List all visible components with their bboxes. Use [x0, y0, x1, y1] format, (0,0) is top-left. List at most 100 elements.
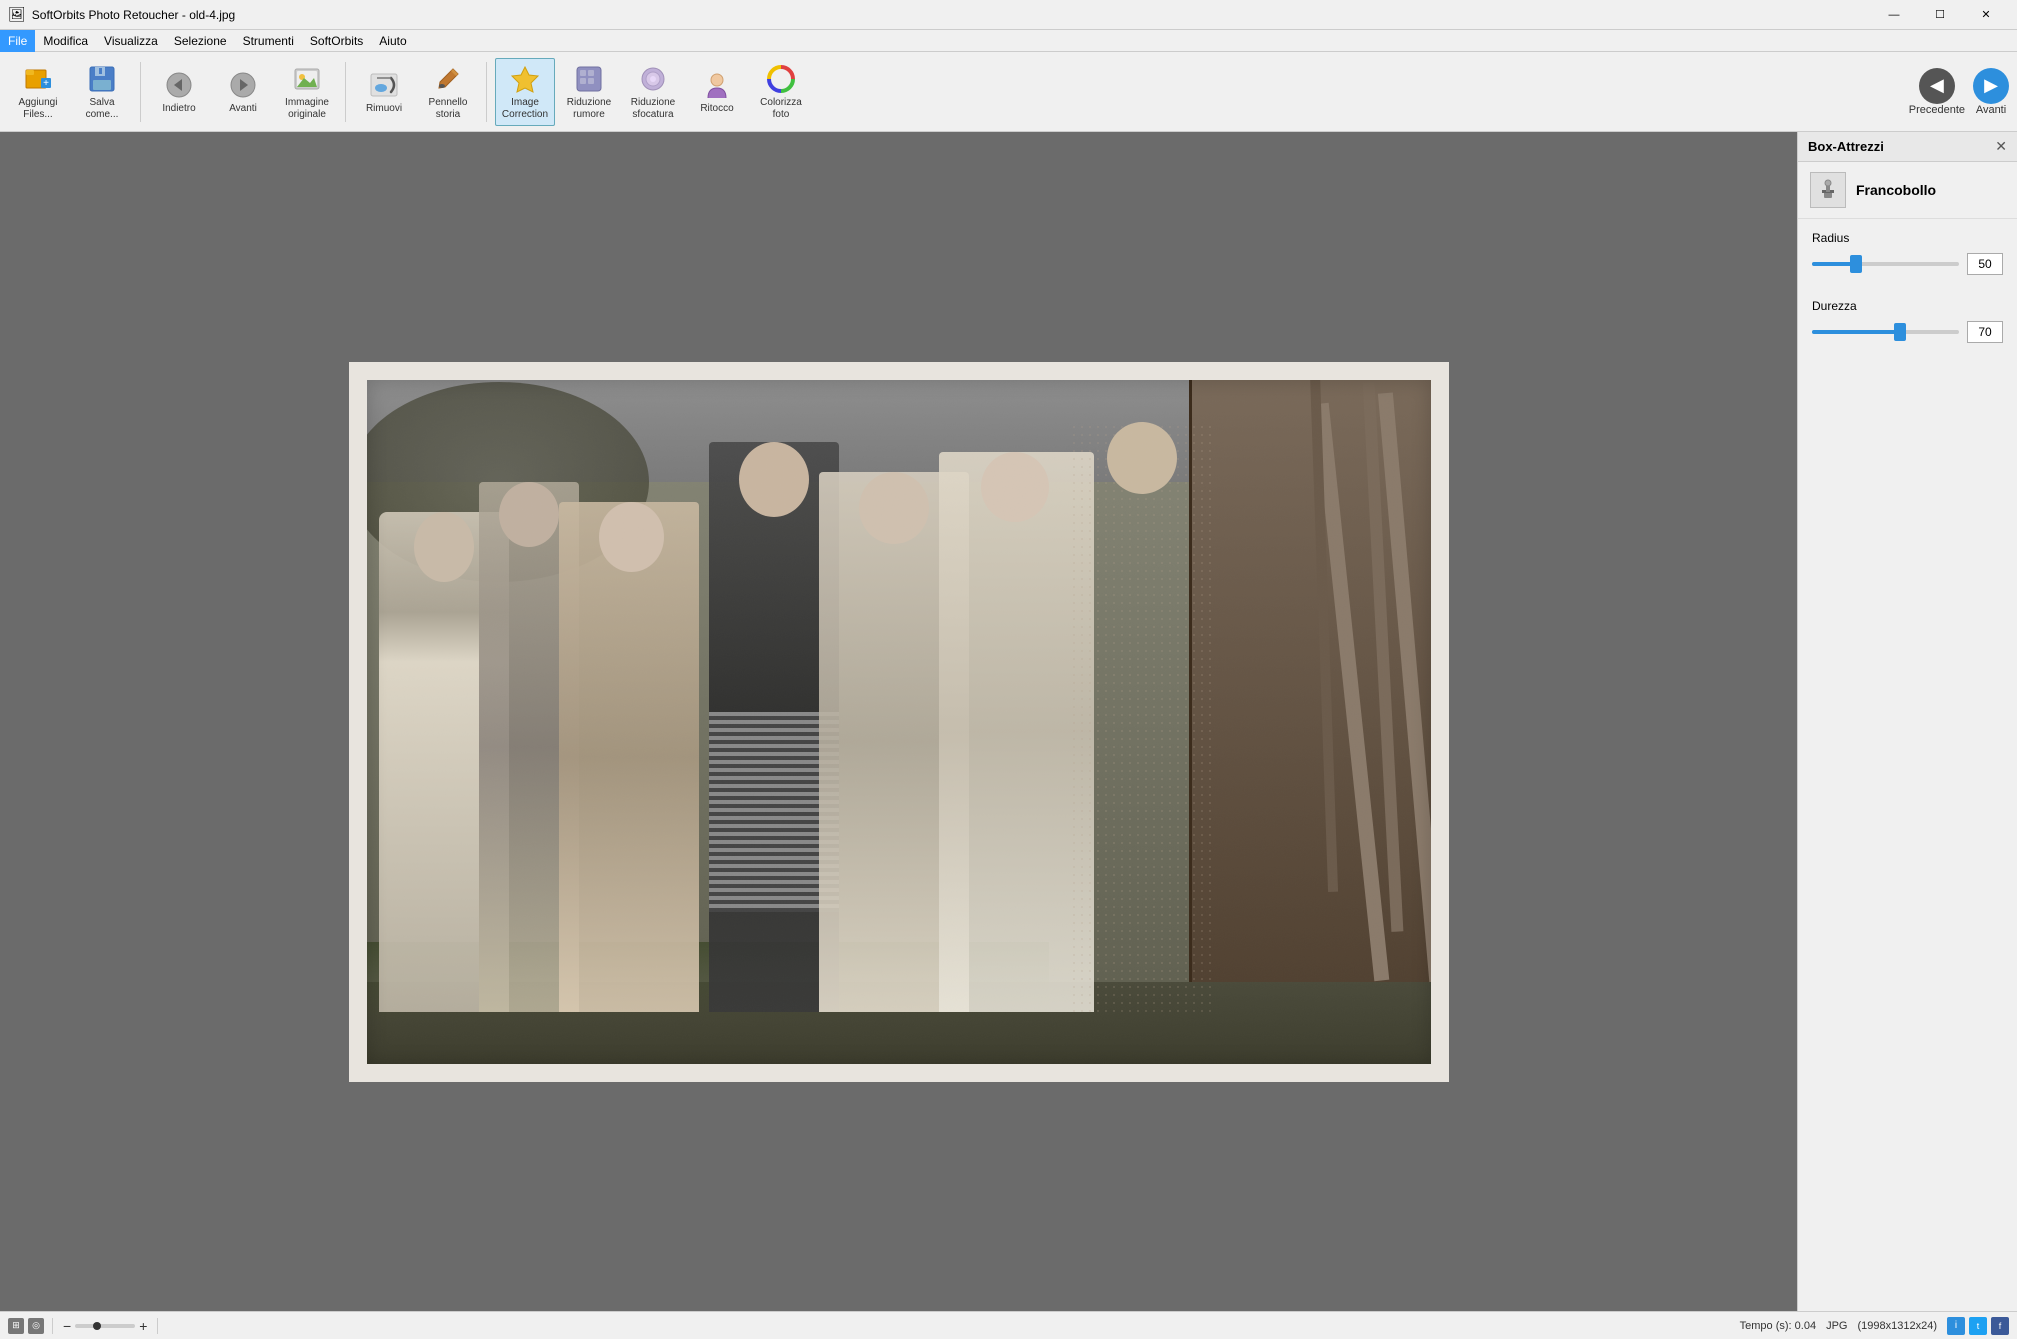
stamp-title: Francobollo	[1856, 182, 1936, 198]
history-brush-icon	[432, 63, 464, 95]
toolbar-pennello-button[interactable]: Pennellostoria	[418, 58, 478, 126]
maximize-button[interactable]: ☐	[1917, 0, 1963, 30]
toolbar-image-correction-button[interactable]: ImageCorrection	[495, 58, 555, 126]
radius-section: Radius 50	[1798, 219, 2017, 287]
radius-track[interactable]	[1812, 262, 1959, 266]
toolbar-colorizza-button[interactable]: Colorizzafoto	[751, 58, 811, 126]
toolbar-separator-1	[140, 62, 141, 122]
menu-selezione[interactable]: Selezione	[166, 30, 235, 52]
original-image-icon	[291, 63, 323, 95]
status-icon-grid: ⊞	[8, 1318, 24, 1334]
canvas-area[interactable]	[0, 132, 1797, 1311]
svg-text:+: +	[43, 78, 49, 89]
twitter-icon[interactable]: t	[1969, 1317, 1987, 1335]
minimize-button[interactable]: —	[1871, 0, 1917, 30]
status-sep-1	[52, 1318, 53, 1334]
facebook-icon[interactable]: f	[1991, 1317, 2009, 1335]
menu-strumenti[interactable]: Strumenti	[235, 30, 302, 52]
zoom-plus[interactable]: +	[137, 1318, 149, 1334]
tools-header-label: Box-Attrezzi	[1808, 139, 1884, 154]
menu-file[interactable]: File	[0, 30, 35, 52]
salva-label: Salvacome...	[86, 97, 119, 121]
zoom-control: − +	[61, 1318, 149, 1334]
zoom-minus[interactable]: −	[61, 1318, 73, 1334]
durezza-slider-row: 70	[1812, 321, 2003, 343]
durezza-track[interactable]	[1812, 330, 1959, 334]
stamp-icon	[1810, 172, 1846, 208]
tools-close-button[interactable]: ✕	[1995, 138, 2007, 155]
main-area: Box-Attrezzi ✕ Francobollo Radius	[0, 132, 2017, 1311]
add-files-icon: +	[22, 63, 54, 95]
photo-container	[0, 132, 1797, 1311]
window-controls: — ☐ ✕	[1871, 0, 2009, 30]
app-icon: 🖼	[8, 6, 26, 23]
image-correction-icon	[509, 63, 541, 95]
zoom-thumb[interactable]	[93, 1322, 101, 1330]
toolbar-immagine-button[interactable]: Immagineoriginale	[277, 58, 337, 126]
toolbar: + AggiungiFiles... Salvacome... Indietro	[0, 52, 2017, 132]
menubar: File Modifica Visualizza Selezione Strum…	[0, 30, 2017, 52]
close-button[interactable]: ✕	[1963, 0, 2009, 30]
radius-label: Radius	[1812, 231, 2003, 245]
window-title: SoftOrbits Photo Retoucher - old-4.jpg	[32, 8, 1871, 22]
menu-softorbits[interactable]: SoftOrbits	[302, 30, 371, 52]
radius-thumb[interactable]	[1850, 255, 1862, 273]
pennello-label: Pennellostoria	[429, 97, 468, 121]
prev-button[interactable]: ◀	[1919, 68, 1955, 104]
avanti-tb-label: Avanti	[229, 103, 257, 115]
durezza-value[interactable]: 70	[1967, 321, 2003, 343]
toolbar-separator-2	[345, 62, 346, 122]
status-icons: ⊞ ◎	[8, 1318, 44, 1334]
indietro-label: Indietro	[162, 103, 195, 115]
toolbar-riduzione-sfocatura-button[interactable]: Riduzionesfocatura	[623, 58, 683, 126]
radius-slider-row: 50	[1812, 253, 2003, 275]
status-right: Tempo (s): 0.04 JPG (1998x1312x24) i t f	[1740, 1317, 2009, 1335]
colorize-icon	[765, 63, 797, 95]
save-icon	[86, 63, 118, 95]
toolbar-separator-3	[486, 62, 487, 122]
toolbar-riduzione-rumore-button[interactable]: Riduzionerumore	[559, 58, 619, 126]
format-label: JPG	[1826, 1320, 1847, 1332]
riduzione-rumore-label: Riduzionerumore	[567, 97, 611, 121]
retouch-icon	[701, 69, 733, 101]
tools-panel-header: Box-Attrezzi ✕	[1798, 132, 2017, 162]
rimuovi-label: Rimuovi	[366, 103, 402, 115]
menu-modifica[interactable]: Modifica	[35, 30, 96, 52]
dimensions-label: (1998x1312x24)	[1857, 1320, 1937, 1332]
toolbar-rimuovi-button[interactable]: Rimuovi	[354, 58, 414, 126]
menu-aiuto[interactable]: Aiuto	[371, 30, 414, 52]
toolbar-nav: ◀ Precedente ▶ Avanti	[1909, 68, 2009, 116]
toolbar-indietro-button[interactable]: Indietro	[149, 58, 209, 126]
menu-visualizza[interactable]: Visualizza	[96, 30, 166, 52]
stamp-section: Francobollo	[1798, 162, 2017, 219]
forward-icon	[227, 69, 259, 101]
next-label: Avanti	[1976, 104, 2006, 116]
next-button[interactable]: ▶	[1973, 68, 2009, 104]
status-sep-2	[157, 1318, 158, 1334]
photo-canvas	[349, 362, 1449, 1082]
toolbar-avanti-button[interactable]: Avanti	[213, 58, 273, 126]
tempo-label: Tempo (s): 0.04	[1740, 1320, 1816, 1332]
info-icon[interactable]: i	[1947, 1317, 1965, 1335]
toolbar-aggiungi-button[interactable]: + AggiungiFiles...	[8, 58, 68, 126]
toolbar-salva-button[interactable]: Salvacome...	[72, 58, 132, 126]
immagine-label: Immagineoriginale	[285, 97, 329, 121]
toolbar-ritocco-button[interactable]: Ritocco	[687, 58, 747, 126]
statusbar: ⊞ ◎ − + Tempo (s): 0.04 JPG (1998x1312x2…	[0, 1311, 2017, 1339]
durezza-thumb[interactable]	[1894, 323, 1906, 341]
durezza-fill	[1812, 330, 1900, 334]
image-correction-label: ImageCorrection	[502, 97, 548, 121]
zoom-track[interactable]	[75, 1324, 135, 1328]
back-icon	[163, 69, 195, 101]
radius-value[interactable]: 50	[1967, 253, 2003, 275]
titlebar: 🖼 SoftOrbits Photo Retoucher - old-4.jpg…	[0, 0, 2017, 30]
ritocco-label: Ritocco	[700, 103, 733, 115]
remove-icon	[368, 69, 400, 101]
status-icon-globe: ◎	[28, 1318, 44, 1334]
aggiungi-label: AggiungiFiles...	[19, 97, 58, 121]
tools-panel: Box-Attrezzi ✕ Francobollo Radius	[1797, 132, 2017, 1311]
next-nav-item: ▶ Avanti	[1973, 68, 2009, 116]
prev-nav-item: ◀ Precedente	[1909, 68, 1965, 116]
colorizza-label: Colorizzafoto	[760, 97, 802, 121]
prev-label: Precedente	[1909, 104, 1965, 116]
